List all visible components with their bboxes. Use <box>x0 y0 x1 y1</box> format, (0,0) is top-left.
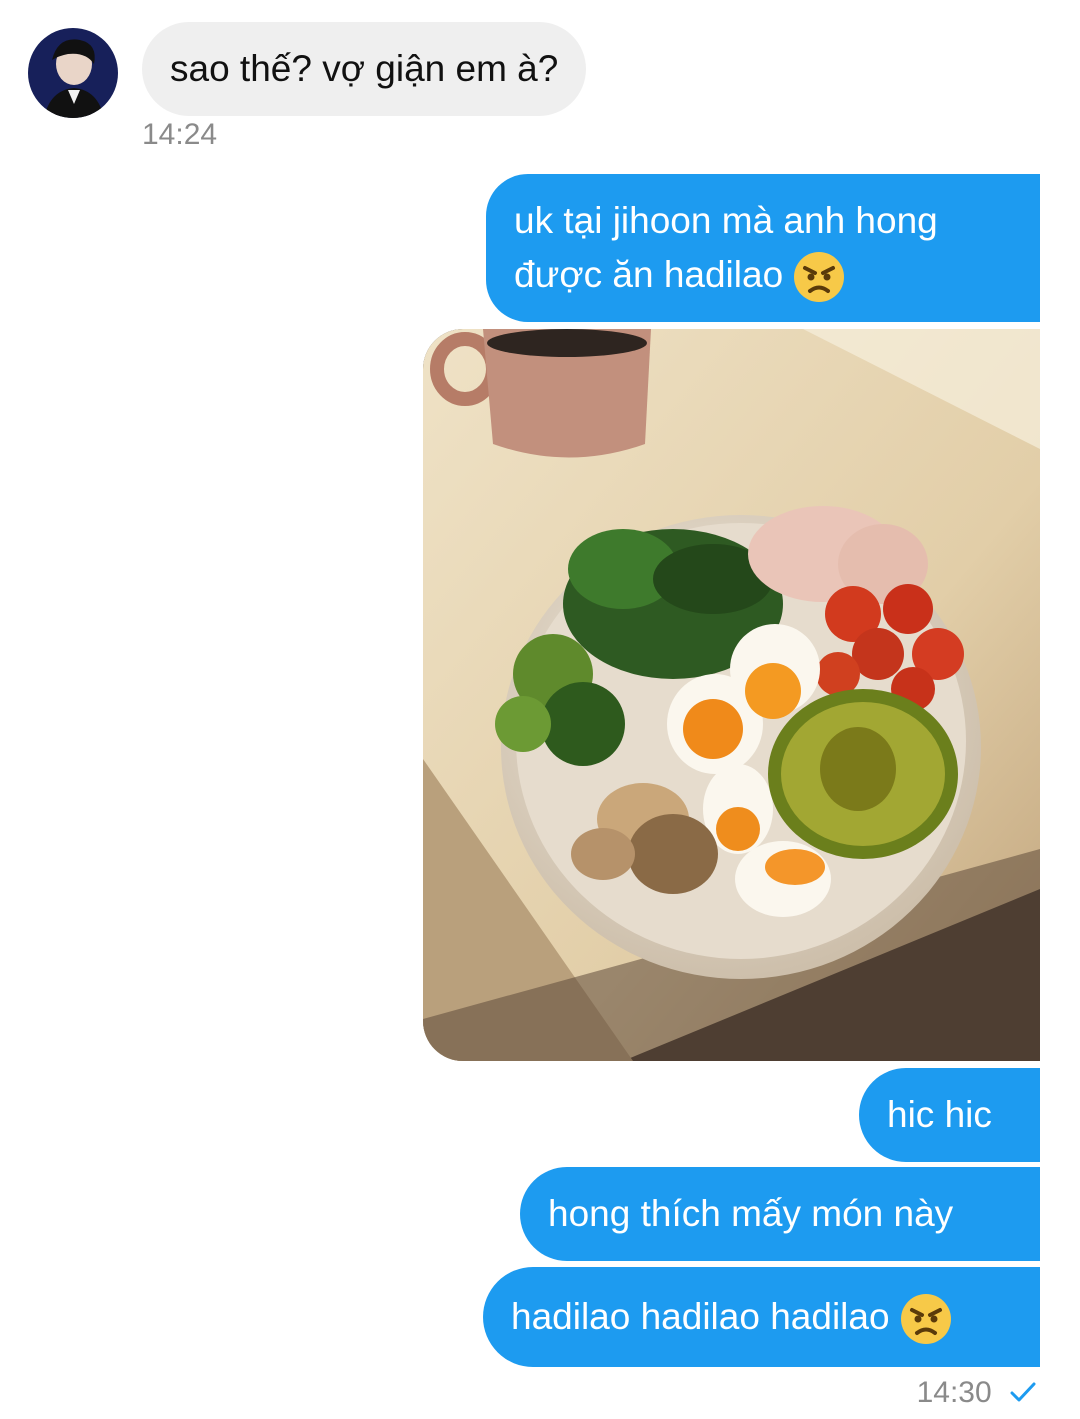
avatar-image <box>28 28 118 118</box>
photo-image <box>423 329 1040 1061</box>
message-text-line2: được ăn hadilao <box>514 254 784 295</box>
outgoing-message-bubble[interactable]: hic hic <box>859 1068 1040 1162</box>
incoming-message-bubble[interactable]: sao thế? vợ giận em à? <box>142 22 587 116</box>
read-check-icon <box>1010 1377 1036 1411</box>
message-timestamp-row: 14:30 <box>917 1376 1036 1411</box>
salad-bowl-photo[interactable] <box>423 329 1040 1061</box>
outgoing-message-bubble[interactable]: uk tại jihoon mà anh hong được ăn hadila… <box>486 174 1040 322</box>
outgoing-message-bubble[interactable]: hong thích mấy món này <box>520 1167 1040 1261</box>
message-text: hong thích mấy món này <box>548 1193 954 1234</box>
message-text: hic hic <box>887 1094 992 1135</box>
message-text: sao thế? vợ giận em à? <box>170 48 559 89</box>
outgoing-message-bubble[interactable]: hadilao hadilao hadilao <box>483 1267 1040 1367</box>
contact-avatar[interactable] <box>28 28 118 118</box>
message-timestamp: 14:30 <box>916 1376 992 1409</box>
message-text-line1: uk tại jihoon mà anh hong <box>514 200 938 241</box>
message-timestamp: 14:24 <box>142 118 218 151</box>
angry-face-icon <box>793 251 845 303</box>
angry-face-icon <box>900 1293 952 1345</box>
message-text: hadilao hadilao hadilao <box>511 1296 890 1337</box>
